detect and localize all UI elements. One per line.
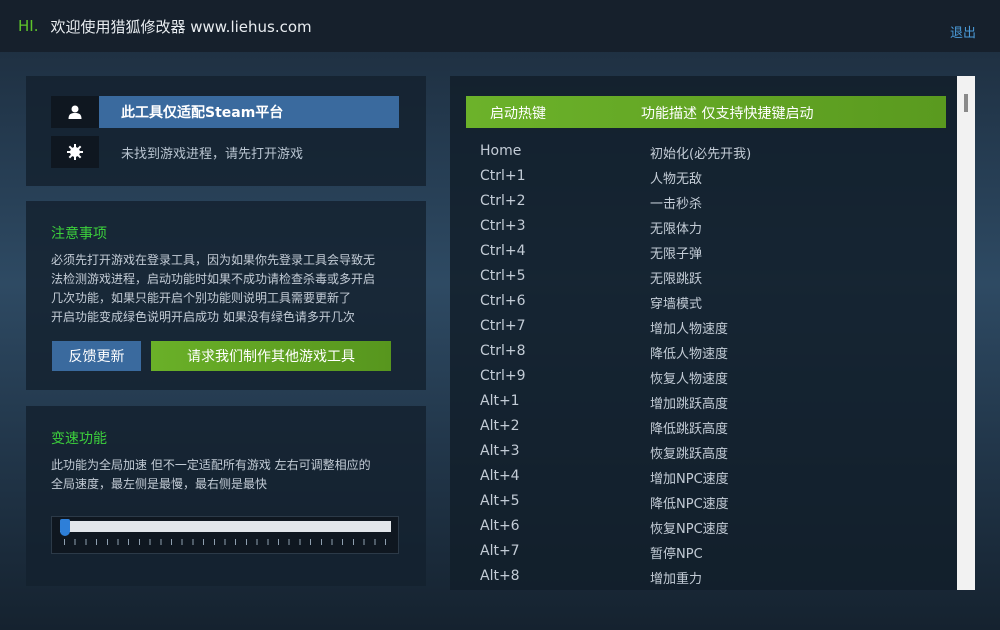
speed-line: 全局速度，最左侧是最慢，最右侧是最快	[51, 477, 268, 491]
greeting: HI.	[18, 17, 39, 35]
table-row: Ctrl+9 恢复人物速度	[480, 365, 940, 390]
table-row: Alt+4 增加NPC速度	[480, 465, 940, 490]
hotkey-cell: Ctrl+4	[480, 243, 526, 259]
description-cell: 降低人物速度	[650, 347, 729, 362]
platform-label: 此工具仅适配Steam平台	[99, 96, 399, 128]
table-row: Ctrl+7 增加人物速度	[480, 315, 940, 340]
title-bar: HI. 欢迎使用猎狐修改器 www.liehus.com 退出	[0, 0, 1000, 52]
process-row: 未找到游戏进程，请先打开游戏	[51, 136, 303, 168]
speed-slider[interactable]	[51, 516, 399, 554]
table-row: Alt+5 降低NPC速度	[480, 490, 940, 515]
status-panel: 此工具仅适配Steam平台 未找到游戏进程，请先打开游戏	[26, 76, 426, 186]
hotkey-cell: Ctrl+7	[480, 318, 526, 334]
table-row: Ctrl+3 无限体力	[480, 215, 940, 240]
user-icon	[51, 96, 99, 128]
speed-body: 此功能为全局加速 但不一定适配所有游戏 左右可调整相应的 全局速度，最左侧是最慢…	[51, 456, 407, 494]
hotkey-cell: Ctrl+2	[480, 193, 526, 209]
description-cell: 无限子弹	[650, 247, 703, 262]
hotkey-cell: Home	[480, 143, 522, 159]
request-tool-button[interactable]: 请求我们制作其他游戏工具	[151, 341, 391, 371]
table-row: Ctrl+8 降低人物速度	[480, 340, 940, 365]
description-cell: 暂停NPC	[650, 547, 703, 562]
description-cell: 一击秒杀	[650, 197, 703, 212]
table-row: Ctrl+6 穿墙模式	[480, 290, 940, 315]
hotkey-cell: Alt+6	[480, 518, 520, 534]
slider-track[interactable]	[60, 521, 391, 532]
hotkey-cell: Alt+2	[480, 418, 520, 434]
table-row: Alt+1 增加跳跃高度	[480, 390, 940, 415]
description-cell: 初始化(必先开我)	[650, 147, 752, 162]
description-cell: 增加人物速度	[650, 322, 729, 337]
hotkey-cell: Alt+3	[480, 443, 520, 459]
description-cell: 穿墙模式	[650, 297, 703, 312]
gear-icon	[51, 136, 99, 168]
notice-line: 开启功能变成绿色说明开启成功 如果没有绿色请多开几次	[51, 310, 355, 324]
table-row: Ctrl+2 一击秒杀	[480, 190, 940, 215]
hotkey-table: 启动热键 功能描述 仅支持快捷键启动 Home 初始化(必先开我) Ctrl+1 人物…	[450, 76, 957, 590]
notice-title: 注意事项	[51, 226, 107, 242]
speed-title: 变速功能	[51, 431, 107, 447]
description-cell: 恢复NPC速度	[650, 522, 729, 537]
notice-line: 法检测游戏进程，启动功能时如果不成功请检查杀毒或多开启	[51, 272, 376, 286]
speed-panel: 变速功能 此功能为全局加速 但不一定适配所有游戏 左右可调整相应的 全局速度，最…	[26, 406, 426, 586]
hotkey-cell: Ctrl+3	[480, 218, 526, 234]
process-status: 未找到游戏进程，请先打开游戏	[121, 146, 304, 162]
table-header: 启动热键 功能描述 仅支持快捷键启动	[466, 96, 946, 128]
welcome-text: 欢迎使用猎狐修改器 www.liehus.com	[50, 17, 312, 36]
table-row: Ctrl+4 无限子弹	[480, 240, 940, 265]
table-row: Alt+3 恢复跳跃高度	[480, 440, 940, 465]
description-cell: 增加跳跃高度	[650, 397, 729, 412]
notice-body: 必须先打开游戏在登录工具，因为如果你先登录工具会导致无 法检测游戏进程，启动功能…	[51, 251, 407, 327]
description-cell: 无限跳跃	[650, 272, 703, 287]
description-cell: 降低跳跃高度	[650, 422, 729, 437]
col-hotkey: 启动热键	[490, 106, 546, 122]
description-cell: 无限体力	[650, 222, 703, 237]
notice-line: 几次功能，如果只能开启个别功能则说明工具需要更新了	[51, 291, 352, 305]
hotkey-cell: Alt+4	[480, 468, 520, 484]
hotkey-cell: Alt+5	[480, 493, 520, 509]
platform-row: 此工具仅适配Steam平台	[51, 96, 399, 128]
hotkey-cell: Ctrl+9	[480, 368, 526, 384]
slider-thumb[interactable]	[60, 519, 70, 536]
table-row: Ctrl+5 无限跳跃	[480, 265, 940, 290]
description-cell: 降低NPC速度	[650, 497, 729, 512]
slider-ticks	[64, 539, 387, 545]
table-body: Home 初始化(必先开我) Ctrl+1 人物无敌 Ctrl+2 一击秒杀 Ctrl+3 无…	[480, 140, 940, 590]
notice-panel: 注意事项 必须先打开游戏在登录工具，因为如果你先登录工具会导致无 法检测游戏进程…	[26, 201, 426, 390]
hotkey-cell: Ctrl+1	[480, 168, 526, 184]
description-cell: 人物无敌	[650, 172, 703, 187]
description-cell: 恢复跳跃高度	[650, 447, 729, 462]
hotkey-cell: Ctrl+6	[480, 293, 526, 309]
description-cell: 增加NPC速度	[650, 472, 729, 487]
scrollbar[interactable]	[957, 76, 975, 590]
col-description: 功能描述 仅支持快捷键启动	[641, 106, 814, 122]
notice-line: 必须先打开游戏在登录工具，因为如果你先登录工具会导致无	[51, 253, 376, 267]
hotkey-cell: Alt+7	[480, 543, 520, 559]
table-row: Home 初始化(必先开我)	[480, 140, 940, 165]
scrollbar-thumb[interactable]	[964, 94, 968, 112]
hotkey-cell: Ctrl+5	[480, 268, 526, 284]
table-row: Ctrl+1 人物无敌	[480, 165, 940, 190]
table-row: Alt+8 增加重力	[480, 565, 940, 590]
hotkey-cell: Alt+1	[480, 393, 520, 409]
hotkey-cell: Alt+8	[480, 568, 520, 584]
hotkey-cell: Ctrl+8	[480, 343, 526, 359]
description-cell: 增加重力	[650, 572, 703, 587]
logout-link[interactable]: 退出	[950, 22, 976, 41]
speed-line: 此功能为全局加速 但不一定适配所有游戏 左右可调整相应的	[51, 458, 371, 472]
table-row: Alt+6 恢复NPC速度	[480, 515, 940, 540]
description-cell: 恢复人物速度	[650, 372, 729, 387]
table-row: Alt+2 降低跳跃高度	[480, 415, 940, 440]
feedback-button[interactable]: 反馈更新	[52, 341, 141, 371]
table-row: Alt+7 暂停NPC	[480, 540, 940, 565]
